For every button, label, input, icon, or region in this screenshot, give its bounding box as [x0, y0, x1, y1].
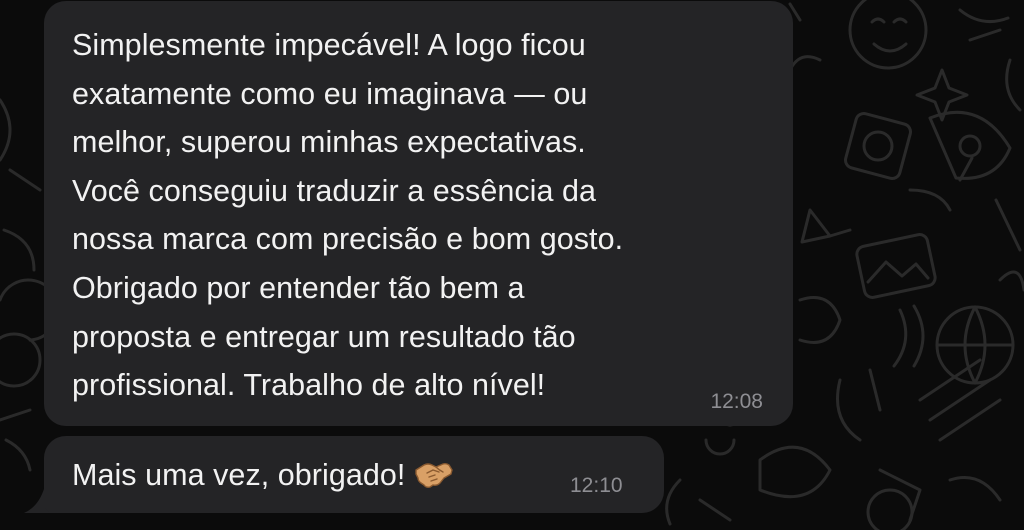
message-text: Simplesmente impecável! A logo ficou exa… — [72, 28, 624, 403]
message-bubble[interactable]: Simplesmente impecável! A logo ficou exa… — [44, 1, 793, 426]
message-bubble[interactable]: Mais uma vez, obrigado! 12:10 — [44, 436, 664, 513]
message-text: Mais uma vez, obrigado! — [72, 451, 454, 500]
handshake-emoji-icon — [415, 458, 454, 488]
message-timestamp: 12:08 — [710, 390, 763, 413]
message-timestamp: 12:10 — [570, 474, 623, 497]
message-text-content: Mais uma vez, obrigado! — [72, 458, 406, 492]
